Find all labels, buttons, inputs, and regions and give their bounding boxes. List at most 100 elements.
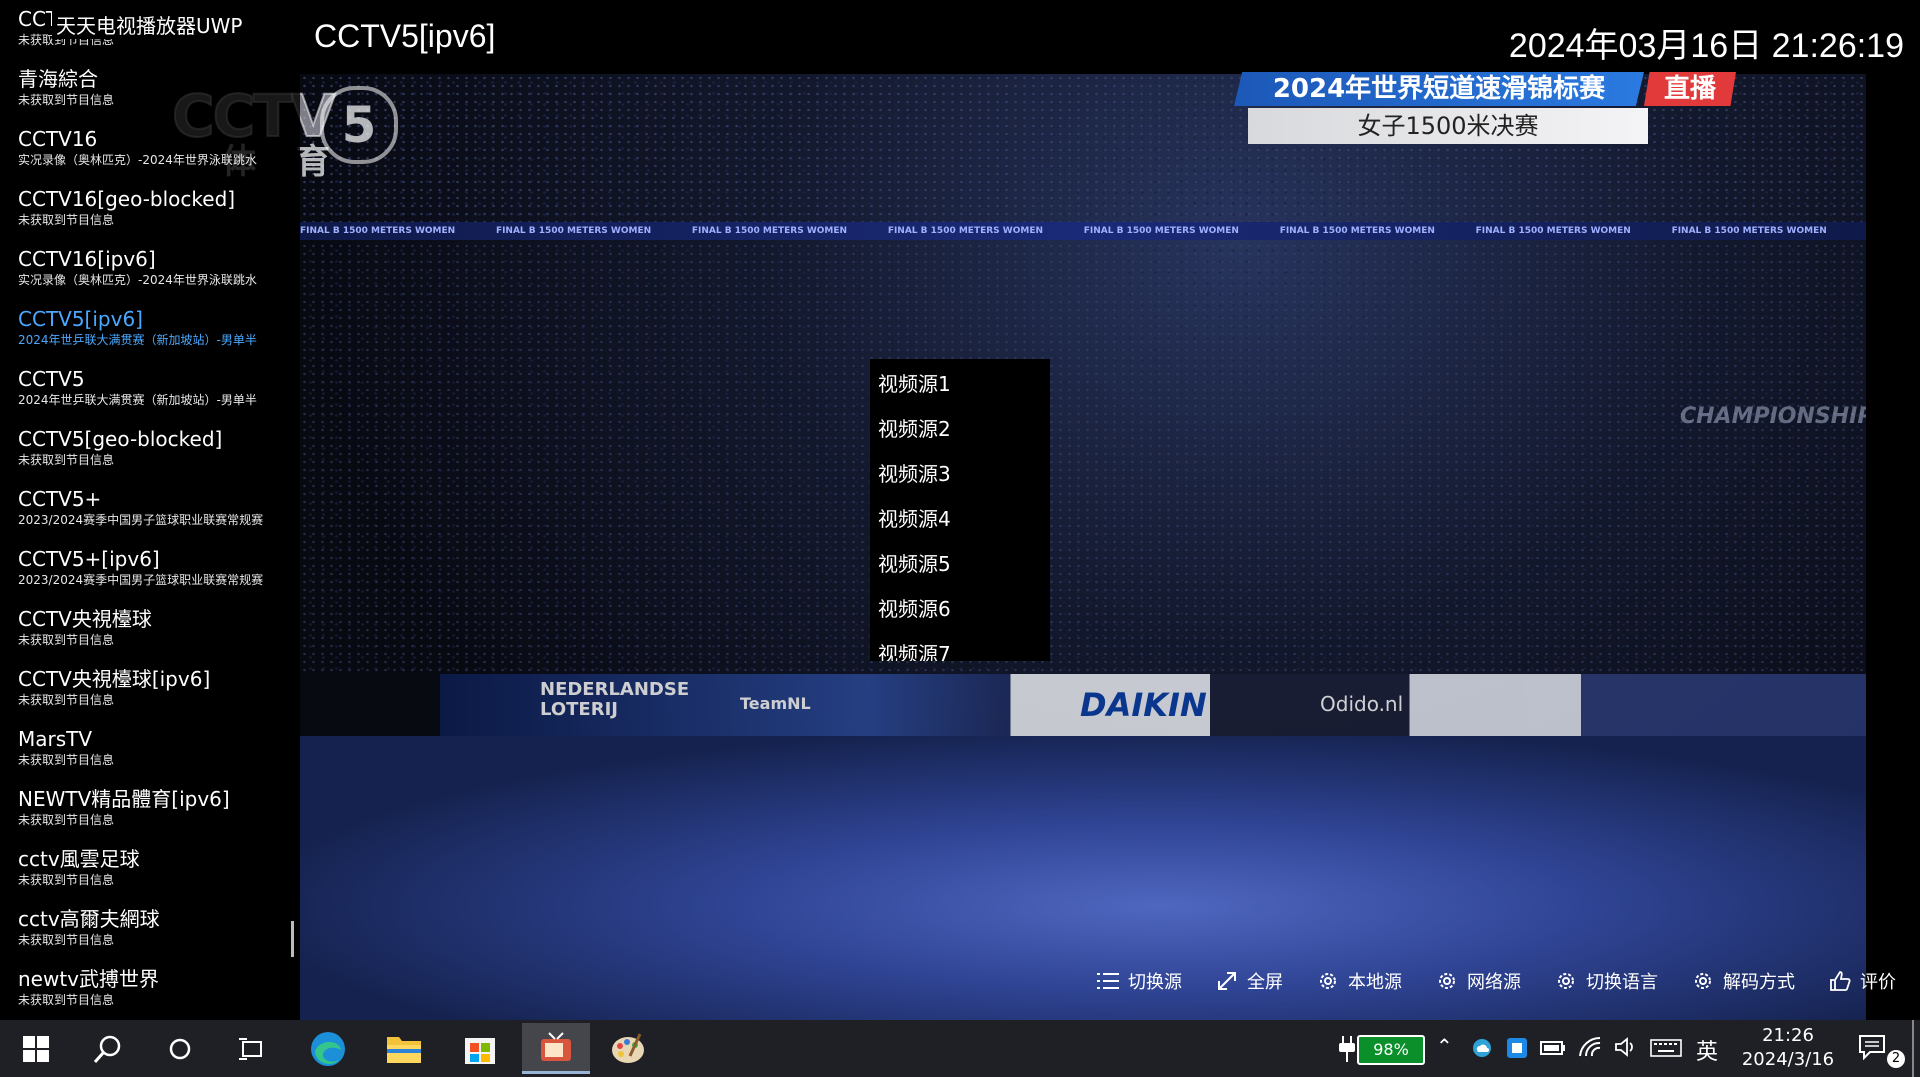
channel-item[interactable]: CCTV16[ipv6] 实况录像（奥林匹克）-2024年世界泳联跳水 — [18, 246, 288, 306]
channel-name: CCTV5+[ipv6] — [18, 547, 160, 571]
channel-sidebar[interactable]: 天天电视播放器UWP CCTV5+ 未获取到节目信息 青海綜合未获取到节目信息 C… — [0, 0, 300, 1020]
sponsor-3: Odido.nl — [1320, 692, 1404, 716]
battery-indicator[interactable]: 98% — [1357, 1035, 1425, 1065]
app-tray-icon[interactable] — [1506, 1037, 1528, 1063]
channel-program: 未获取到节目信息 — [18, 213, 115, 227]
channel-name: CCTV16[ipv6] — [18, 247, 156, 271]
channel-item[interactable]: cctv高爾夫網球 未获取到节目信息 — [18, 906, 288, 966]
banner-strip: FINAL B 1500 METERS WOMEN FINAL B 1500 M… — [300, 222, 1866, 240]
channel-item[interactable]: newtv武搏世界 未获取到节目信息 — [18, 966, 288, 1020]
channel-item[interactable]: CCTV5[geo-blocked] 未获取到节目信息 — [18, 426, 288, 486]
keyboard-icon[interactable] — [1650, 1038, 1682, 1062]
channel-program: 实况录像（奥林匹克）-2024年世界泳联跳水 — [18, 153, 257, 167]
source-option-2[interactable]: 视频源2 — [870, 404, 1050, 449]
notification-count-badge: 2 — [1887, 1050, 1905, 1068]
switch-language-button[interactable]: 切换语言 — [1555, 968, 1658, 994]
channel-item[interactable]: cctv風雲足球 未获取到节目信息 — [18, 846, 288, 906]
show-desktop-button[interactable] — [1912, 1020, 1914, 1077]
channel-item[interactable]: CCTV5+ 2023/2024赛季中国男子篮球职业联赛常规赛 — [18, 486, 288, 546]
band-text-6: FINAL B 1500 METERS WOMEN — [1279, 226, 1435, 236]
tv-player-app-button[interactable] — [522, 1023, 590, 1074]
event-title: 2024年世界短道速滑锦标赛 — [1234, 72, 1644, 106]
channel-item[interactable]: 青海綜合 未获取到节目信息 — [18, 66, 288, 126]
notification-icon — [1859, 1035, 1885, 1061]
channel-program: 未获取到节目信息 — [18, 813, 115, 827]
source-option-3[interactable]: 视频源3 — [870, 449, 1050, 494]
video-source-menu[interactable]: 视频源1 视频源2 视频源3 视频源4 视频源5 视频源6 视频源7 — [870, 359, 1050, 661]
band-text-7: FINAL B 1500 METERS WOMEN — [1475, 226, 1631, 236]
windows-icon — [23, 1035, 49, 1062]
channel-name: cctv高爾夫網球 — [18, 907, 160, 931]
fullscreen-icon — [1218, 972, 1236, 990]
tv-icon — [541, 1032, 571, 1061]
gear-icon — [1558, 973, 1574, 989]
current-channel-title: CCTV5[ipv6] — [314, 18, 496, 54]
channel-program: 2023/2024赛季中国男子篮球职业联赛常规赛 — [18, 513, 264, 527]
band-text-5: FINAL B 1500 METERS WOMEN — [1083, 226, 1239, 236]
switch-source-button[interactable]: 切换源 — [1097, 968, 1182, 994]
source-option-4[interactable]: 视频源4 — [870, 494, 1050, 539]
channel-program: 实况录像（奥林匹克）-2024年世界泳联跳水 — [18, 273, 257, 287]
edge-browser-button[interactable] — [298, 1026, 358, 1071]
sidebar-scrollbar[interactable] — [291, 921, 294, 957]
channel-list[interactable]: CCTV5+ 未获取到节目信息 青海綜合未获取到节目信息 CCTV16 实况录像（奥… — [18, 6, 288, 1020]
power-plug-icon[interactable] — [1338, 1036, 1356, 1066]
channel-item-selected[interactable]: CCTV5[ipv6] 2024年世乒联大满贯赛（新加坡站）-男单半 — [18, 306, 288, 366]
channel-name: CCTV5[geo-blocked] — [18, 427, 223, 451]
store-icon — [465, 1037, 495, 1064]
input-method-indicator[interactable]: 英 — [1696, 1034, 1718, 1066]
event-subtitle: 女子1500米决赛 — [1248, 108, 1648, 144]
search-icon — [93, 1035, 121, 1063]
cortana-button[interactable] — [150, 1026, 210, 1071]
sponsor-4: TeamNL — [740, 694, 811, 713]
network-source-button[interactable]: 网络源 — [1436, 968, 1521, 994]
wifi-icon[interactable] — [1578, 1036, 1602, 1062]
switch-language-label: 切换语言 — [1586, 972, 1658, 993]
channel-item[interactable]: MarsTV 未获取到节目信息 — [18, 726, 288, 786]
volume-icon[interactable] — [1614, 1036, 1638, 1062]
rate-button[interactable]: 评价 — [1829, 968, 1896, 994]
channel-program: 2024年世乒联大满贯赛（新加坡站）-男单半 — [18, 393, 257, 407]
task-view-icon — [239, 1037, 262, 1060]
channel-item[interactable]: CCTV央視檯球[ipv6] 未获取到节目信息 — [18, 666, 288, 726]
source-option-6[interactable]: 视频源6 — [870, 584, 1050, 629]
store-button[interactable] — [450, 1026, 510, 1071]
channel-item[interactable]: CCTV5 2024年世乒联大满贯赛（新加坡站）-男单半 — [18, 366, 288, 426]
source-option-5[interactable]: 视频源5 — [870, 539, 1050, 584]
start-button[interactable] — [6, 1026, 66, 1071]
channel-item[interactable]: NEWTV精品體育[ipv6] 未获取到节目信息 — [18, 786, 288, 846]
sponsor-1: NEDERLANDSE LOTERIJ — [540, 679, 690, 720]
search-button[interactable] — [78, 1026, 138, 1071]
channel-program: 未获取到节目信息 — [18, 453, 115, 467]
band-text-4: FINAL B 1500 METERS WOMEN — [887, 226, 1044, 236]
video-player[interactable]: FINAL B 1500 METERS WOMEN FINAL B 1500 M… — [300, 74, 1866, 1020]
command-bar: 切换源 全屏 本地源 网络源 切换语言 解码方式 评价 — [1063, 956, 1920, 1006]
local-source-button[interactable]: 本地源 — [1317, 968, 1402, 994]
task-view-button[interactable] — [222, 1026, 282, 1071]
app-name: 天天电视播放器UWP — [52, 10, 247, 39]
channel-item[interactable]: CCTV5+[ipv6] 2023/2024赛季中国男子篮球职业联赛常规赛 — [18, 546, 288, 606]
decode-mode-button[interactable]: 解码方式 — [1692, 968, 1795, 994]
source-option-1[interactable]: 视频源1 — [870, 359, 1050, 404]
cloud-sync-icon[interactable] — [1470, 1038, 1494, 1062]
channel-name: 青海綜合 — [18, 67, 98, 91]
channel-item[interactable]: CCTV16[geo-blocked] 未获取到节目信息 — [18, 186, 288, 246]
channel-item[interactable]: CCTV央視檯球 未获取到节目信息 — [18, 606, 288, 666]
gear-icon — [1439, 973, 1455, 989]
notification-center-button[interactable] — [1858, 1034, 1886, 1064]
fullscreen-button[interactable]: 全屏 — [1216, 968, 1283, 994]
battery-tray-icon[interactable] — [1540, 1040, 1566, 1060]
channel-program: 未获取到节目信息 — [18, 693, 115, 707]
source-option-7[interactable]: 视频源7 — [870, 629, 1050, 661]
chevron-up-icon[interactable]: ⌃ — [1436, 1034, 1453, 1058]
folder-icon — [387, 1036, 421, 1063]
thumbs-up-icon — [1830, 971, 1851, 991]
gear-icon — [1695, 973, 1711, 989]
channel-name: cctv風雲足球 — [18, 847, 140, 871]
paint-app-button[interactable] — [598, 1026, 658, 1071]
channel-item[interactable]: CCTV16 实况录像（奥林匹克）-2024年世界泳联跳水 — [18, 126, 288, 186]
palette-icon — [612, 1032, 644, 1063]
taskbar-clock[interactable]: 21:26 2024/3/16 — [1728, 1024, 1848, 1072]
channel-program: 未获取到节目信息 — [18, 993, 115, 1007]
file-explorer-button[interactable] — [374, 1026, 434, 1071]
